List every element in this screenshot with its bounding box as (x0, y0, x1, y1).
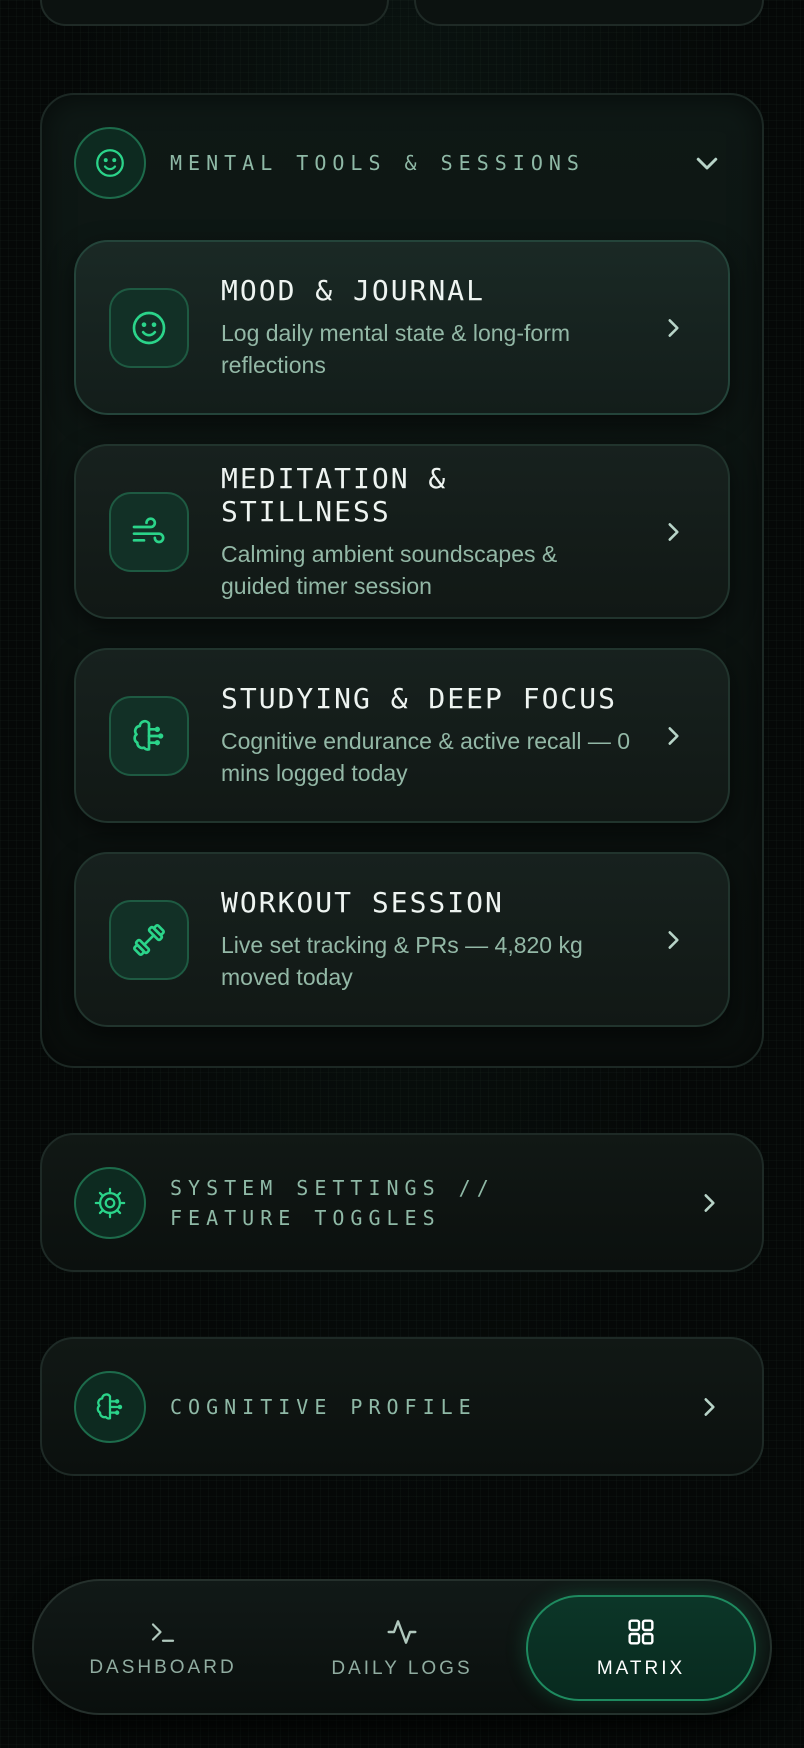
tool-card-studying[interactable]: STUDYING & DEEP FOCUS Cognitive enduranc… (74, 648, 730, 823)
chevron-right-icon (668, 522, 679, 541)
tool-description: Calming ambient soundscapes & guided tim… (221, 540, 558, 599)
chevron-right-icon (668, 318, 679, 337)
tab-label: DAILY LOGS (331, 1658, 473, 1679)
smile-icon (74, 127, 146, 199)
tool-card-workout[interactable]: WORKOUT SESSION Live set tracking & PRs … (74, 852, 730, 1027)
dumbbell-icon (109, 899, 189, 980)
tab-label: MATRIX (596, 1658, 686, 1679)
tool-title: MOOD & JOURNAL (221, 274, 486, 307)
tool-card-mood-journal[interactable]: MOOD & JOURNAL Log daily mental state & … (74, 240, 730, 415)
system-settings-row[interactable]: SYSTEM SETTINGS // FEATURE TOGGLES (40, 1133, 764, 1272)
smile-icon (109, 287, 189, 368)
tool-description: Live set tracking & PRs — 4,820 kg moved… (221, 932, 583, 990)
tool-title: WORKOUT SESSION (221, 886, 504, 919)
section-title: MENTAL TOOLS & SESSIONS (170, 151, 585, 175)
terminal-icon (151, 1623, 175, 1642)
tool-card-meditation[interactable]: MEDITATION & STILLNESS Calming ambient s… (74, 444, 730, 619)
bottom-tab-bar: DASHBOARD DAILY LOGS MATRIX (32, 1579, 772, 1715)
mental-tools-section: MENTAL TOOLS & SESSIONS MOOD & JOURNAL L… (40, 93, 764, 1068)
brain-icon (74, 1370, 146, 1443)
chevron-down-icon[interactable] (692, 148, 722, 178)
brain-icon (109, 695, 189, 776)
top-card-left[interactable] (40, 0, 389, 26)
section-header[interactable]: MENTAL TOOLS & SESSIONS (74, 127, 730, 199)
wind-icon (109, 491, 189, 572)
tool-description: Log daily mental state & long-form refle… (221, 320, 571, 378)
tool-description: Cognitive endurance & active recall — 0 … (221, 728, 631, 786)
grid-icon (628, 1619, 654, 1645)
settings-icon (74, 1166, 146, 1239)
system-settings-label: SYSTEM SETTINGS // FEATURE TOGGLES (170, 1175, 495, 1230)
tab-dashboard[interactable]: DASHBOARD (48, 1595, 278, 1701)
tab-matrix[interactable]: MATRIX (526, 1595, 756, 1701)
chevron-right-icon (668, 930, 679, 949)
chevron-right-icon (704, 1193, 715, 1212)
tab-daily-logs[interactable]: DAILY LOGS (287, 1595, 517, 1701)
tool-title: STUDYING & DEEP FOCUS (221, 682, 618, 715)
cognitive-profile-label: COGNITIVE PROFILE (170, 1394, 477, 1419)
top-card-right[interactable] (414, 0, 764, 26)
chevron-right-icon (668, 726, 679, 745)
tool-title: MEDITATION & STILLNESS (221, 461, 448, 528)
activity-icon (387, 1620, 417, 1644)
tab-label: DASHBOARD (89, 1657, 237, 1678)
chevron-right-icon (704, 1397, 715, 1416)
cognitive-profile-row[interactable]: COGNITIVE PROFILE (40, 1337, 764, 1476)
